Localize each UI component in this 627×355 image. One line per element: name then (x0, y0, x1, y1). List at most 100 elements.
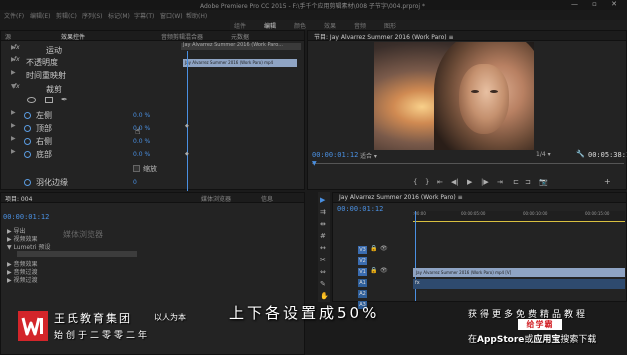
workspace-assembly[interactable]: 组件 (234, 21, 246, 30)
track-label-a2[interactable]: A2 (358, 290, 367, 298)
collapse-arrow-icon[interactable]: ▶ (11, 109, 16, 116)
wrench-icon[interactable]: 🔧 (576, 150, 585, 158)
ec-value-right[interactable]: 0.0 % (133, 138, 150, 145)
menu-sequence[interactable]: 序列(S) (82, 11, 103, 20)
step-back-icon[interactable]: ◀| (451, 178, 459, 186)
tab-source[interactable]: 源 (5, 32, 11, 41)
track-label-v3[interactable]: V3 (358, 246, 367, 254)
workspace-graphics[interactable]: 图形 (384, 21, 396, 30)
ec-row-right[interactable]: ▶ 右侧 0.0 % (1, 135, 181, 148)
menu-window[interactable]: 窗口(W) (160, 11, 183, 20)
hand-tool-icon[interactable]: ✋ (320, 292, 329, 300)
menu-title[interactable]: 字幕(T) (134, 11, 154, 20)
stopwatch-icon[interactable] (24, 179, 31, 186)
tab-audio-mixer[interactable]: 音频剪辑混合器 (161, 32, 203, 41)
ec-row-bottom[interactable]: ▶ 底部 0.0 % (1, 148, 181, 161)
lift-icon[interactable]: ⊏ (513, 178, 519, 186)
project-item[interactable]: ▼ Lumetri 预设 (7, 242, 51, 251)
menu-help[interactable]: 帮助(H) (186, 11, 207, 20)
track-lock-icon[interactable]: 🔒 (370, 267, 377, 274)
track-lock-icon[interactable]: 🔒 (370, 245, 377, 252)
menu-clip[interactable]: 剪辑(C) (56, 11, 77, 20)
window-controls[interactable]: — ▫ ✕ (571, 0, 623, 8)
rect-mask-icon[interactable] (45, 97, 53, 103)
rolling-tool-icon[interactable]: # (320, 232, 326, 240)
work-area-bar[interactable] (413, 221, 625, 222)
program-video-frame[interactable] (374, 42, 534, 150)
tab-media-browser[interactable]: 媒体浏览器 (201, 194, 231, 203)
export-frame-icon[interactable]: 📷 (539, 178, 548, 186)
ec-row-time-remap[interactable]: ▶ 时间重映射 (1, 69, 181, 82)
menu-edit[interactable]: 编辑(E) (30, 11, 50, 20)
ec-row-opacity[interactable]: ▶ fx 不透明度 (1, 56, 181, 69)
workspace-effects[interactable]: 效果 (324, 21, 336, 30)
fx-icon[interactable]: fx (14, 83, 20, 90)
timeline-timecode[interactable]: 00:00:01:12 (337, 205, 383, 213)
zoom-checkbox[interactable] (133, 165, 140, 172)
keyframe-icon[interactable]: ◆ (185, 151, 189, 157)
program-quality-select[interactable]: 1/4 ▾ (536, 151, 551, 158)
tab-program[interactable]: 节目: Jay Alvarrez Summer 2016 (Work Paro)… (314, 32, 454, 41)
go-to-in-icon[interactable]: ⇤ (437, 178, 443, 186)
program-scrubber[interactable] (312, 163, 624, 164)
video-clip-v1[interactable]: Jay Alvarrez Summer 2016 (Work Paro) mp4… (413, 268, 625, 277)
ec-clip-bar[interactable]: Jay Alvarrez Summer 2016 (Work Paro) mp4 (183, 59, 297, 67)
track-label-a1[interactable]: A1 (358, 279, 367, 287)
rate-stretch-tool-icon[interactable]: ↔ (320, 244, 326, 252)
pen-tool-icon[interactable]: ✎ (320, 280, 326, 288)
add-button-icon[interactable]: + (604, 177, 611, 186)
stopwatch-icon[interactable] (24, 112, 31, 119)
tab-metadata[interactable]: 元数据 (231, 32, 249, 41)
menu-file[interactable]: 文件(F) (4, 11, 24, 20)
fx-icon[interactable]: fx (14, 44, 20, 51)
program-playhead[interactable]: ▼ (312, 160, 317, 167)
slip-tool-icon[interactable]: ⇔ (320, 268, 326, 276)
collapse-arrow-icon[interactable]: ▶ (11, 69, 16, 76)
program-timecode-current[interactable]: 00:00:01:12 (312, 151, 358, 159)
collapse-arrow-icon[interactable]: ▶ (11, 122, 16, 129)
workspace-color[interactable]: 颜色 (294, 21, 306, 30)
ec-row-top[interactable]: ▶ 顶部 0.0 % (1, 122, 181, 135)
keyframe-icon[interactable]: ◆ (185, 123, 189, 129)
ec-row-crop[interactable]: ▼ fx 裁剪 (1, 83, 181, 96)
extract-icon[interactable]: ⊐ (525, 178, 531, 186)
collapse-arrow-icon[interactable]: ▶ (11, 135, 16, 142)
pen-mask-icon[interactable]: ✒ (61, 95, 68, 104)
play-icon[interactable]: ▶ (467, 178, 472, 186)
track-visibility-icon[interactable]: 👁 (380, 267, 388, 274)
tab-timeline-sequence[interactable]: Jay Alvarrez Summer 2016 (Work Paro) ≡ (339, 194, 463, 201)
step-forward-icon[interactable]: |▶ (481, 178, 489, 186)
ec-row-left[interactable]: ▶ 左侧 0.0 % (1, 109, 181, 122)
selection-tool-icon[interactable]: ▶ (320, 196, 325, 204)
stopwatch-icon[interactable] (24, 125, 31, 132)
track-visibility-icon[interactable]: 👁 (380, 245, 388, 252)
audio-clip-a1[interactable]: fx (413, 279, 625, 289)
tab-effect-controls[interactable]: 效果控件 (61, 32, 85, 41)
tab-project[interactable]: 项目: 004 (5, 194, 32, 203)
fx-icon[interactable]: fx (14, 56, 20, 63)
timeline-ruler[interactable]: :00:00 00:00:05:00 00:00:10:00 00:00:15:… (413, 211, 625, 221)
track-label-v1[interactable]: V1 (358, 268, 367, 276)
ec-value-left[interactable]: 0.0 % (133, 112, 150, 119)
ripple-tool-icon[interactable]: ⇹ (320, 220, 326, 228)
stopwatch-icon[interactable] (24, 138, 31, 145)
track-label-v2[interactable]: V2 (358, 257, 367, 265)
stopwatch-icon[interactable] (24, 151, 31, 158)
workspace-audio[interactable]: 音频 (354, 21, 366, 30)
ec-value-bottom[interactable]: 0.0 % (133, 151, 150, 158)
mark-out-icon[interactable]: } (425, 178, 429, 186)
program-fit-select[interactable]: 适合 ▾ (360, 151, 377, 160)
ellipse-mask-icon[interactable] (27, 97, 36, 103)
project-item[interactable]: ▶ 视频过渡 (7, 275, 38, 284)
go-to-out-icon[interactable]: ⇥ (497, 178, 503, 186)
workspace-editing[interactable]: 编辑 (264, 21, 276, 30)
menu-marker[interactable]: 标记(M) (108, 11, 130, 20)
mark-in-icon[interactable]: { (413, 178, 417, 186)
tab-info[interactable]: 信息 (261, 194, 273, 203)
ec-value-feather[interactable]: 0 (133, 179, 137, 186)
razor-tool-icon[interactable]: ✂ (320, 256, 326, 264)
project-selected-item[interactable] (17, 251, 137, 257)
collapse-arrow-icon[interactable]: ▶ (11, 148, 16, 155)
ec-playhead[interactable] (187, 51, 188, 191)
ec-row-feather[interactable]: 羽化边缘 0 (1, 176, 181, 189)
